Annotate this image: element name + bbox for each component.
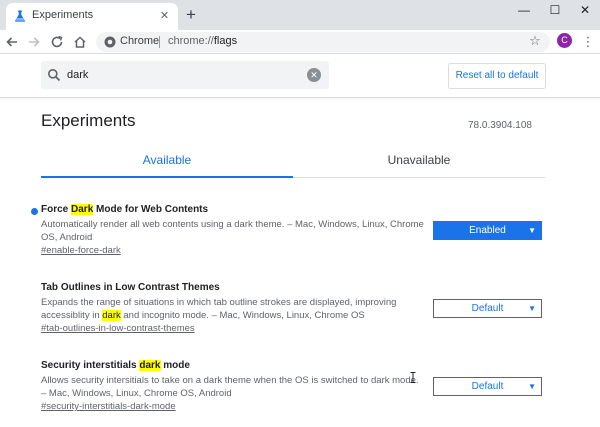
search-box: ✕: [41, 61, 329, 89]
search-icon: [48, 69, 61, 82]
title-text: Security interstitials: [41, 360, 140, 371]
chrome-page-icon: [104, 36, 116, 48]
title-text: Force: [41, 204, 72, 215]
experiment-permalink[interactable]: #enable-force-dark: [41, 244, 551, 258]
dropdown-arrow-icon: ▼: [528, 382, 536, 391]
experiment-description: Automatically render all web contents us…: [41, 219, 424, 243]
experiment-title: Tab Outlines in Low Contrast Themes: [41, 282, 220, 293]
tab-available[interactable]: Available: [41, 144, 293, 178]
flags-header: ✕ Reset all to default: [0, 55, 600, 98]
omnibox-url[interactable]: chrome://flags: [168, 35, 237, 47]
experiment-security-interstitials: Security interstitials dark mode Allows …: [41, 359, 551, 414]
select-value: Default: [471, 381, 504, 392]
tab-close-icon[interactable]: ✕: [157, 9, 172, 24]
reload-icon: [51, 35, 63, 48]
page-title: Experiments: [41, 111, 136, 130]
modified-indicator: [31, 208, 38, 215]
title-text: Mode for Web Contents: [93, 204, 209, 215]
browser-toolbar: Chrome chrome://flags ☆ C ⋮: [0, 30, 600, 54]
select-value: Default: [471, 303, 504, 314]
back-arrow-icon: [6, 37, 17, 47]
search-match: dark: [139, 360, 161, 371]
reload-button[interactable]: [47, 32, 67, 52]
minimize-button[interactable]: —: [509, 0, 539, 20]
reset-all-button[interactable]: Reset all to default: [448, 63, 546, 89]
back-button[interactable]: [2, 32, 22, 52]
select-value: Enabled: [469, 225, 506, 236]
search-input[interactable]: [67, 65, 297, 85]
experiment-state-select[interactable]: Default ▼: [433, 299, 542, 318]
title-text: mode: [160, 360, 190, 371]
experiment-tab-outlines: Tab Outlines in Low Contrast Themes Expa…: [41, 281, 551, 336]
browser-menu-icon[interactable]: ⋮: [580, 32, 596, 52]
tab-title: Experiments: [32, 9, 94, 21]
experiment-description: Allows security intersitials to take on …: [41, 375, 419, 399]
flags-tabs: Available Unavailable: [41, 144, 545, 178]
new-tab-button[interactable]: +: [181, 5, 201, 25]
selected-tab-indicator: [41, 176, 293, 178]
browser-tab[interactable]: Experiments ✕: [6, 3, 178, 30]
search-match: dark: [102, 310, 121, 321]
version-label: 78.0.3904.108: [468, 120, 532, 131]
forward-arrow-icon: [29, 37, 40, 47]
tab-strip: Experiments ✕ + — ☐ ✕: [0, 0, 600, 30]
forward-button[interactable]: [24, 32, 44, 52]
experiment-title: Security interstitials dark mode: [41, 359, 551, 373]
close-window-button[interactable]: ✕: [570, 0, 600, 20]
experiment-force-dark: Force Dark Mode for Web Contents Automat…: [31, 203, 551, 258]
omnibox-divider: [159, 36, 160, 48]
search-match: Dark: [71, 204, 94, 215]
profile-avatar[interactable]: C: [557, 33, 572, 48]
dropdown-arrow-icon: ▼: [528, 304, 536, 313]
description-text: and incognito mode. – Mac, Windows, Linu…: [120, 310, 365, 321]
text-cursor-icon: [410, 372, 416, 383]
flask-icon: [14, 10, 26, 22]
search-clear-icon[interactable]: ✕: [307, 68, 321, 82]
experiment-title: Force Dark Mode for Web Contents: [41, 203, 551, 217]
home-icon: [74, 36, 86, 48]
experiment-state-select[interactable]: Default ▼: [433, 377, 542, 396]
experiment-state-select[interactable]: Enabled ▼: [433, 221, 542, 240]
maximize-button[interactable]: ☐: [540, 0, 570, 20]
dropdown-arrow-icon: ▼: [528, 226, 536, 235]
bookmark-star-icon[interactable]: ☆: [527, 33, 543, 49]
url-scheme: chrome://: [168, 35, 214, 47]
omnibox-chip: Chrome: [120, 35, 160, 47]
experiment-permalink[interactable]: #security-interstitials-dark-mode: [41, 400, 551, 414]
experiment-description: Expands the range of situations in which…: [41, 296, 426, 322]
home-button[interactable]: [70, 32, 90, 52]
omnibox[interactable]: Chrome chrome://flags: [96, 32, 550, 52]
url-host: flags: [213, 35, 238, 47]
experiment-permalink[interactable]: #tab-outlines-in-low-contrast-themes: [41, 322, 551, 336]
tab-unavailable[interactable]: Unavailable: [293, 144, 545, 178]
